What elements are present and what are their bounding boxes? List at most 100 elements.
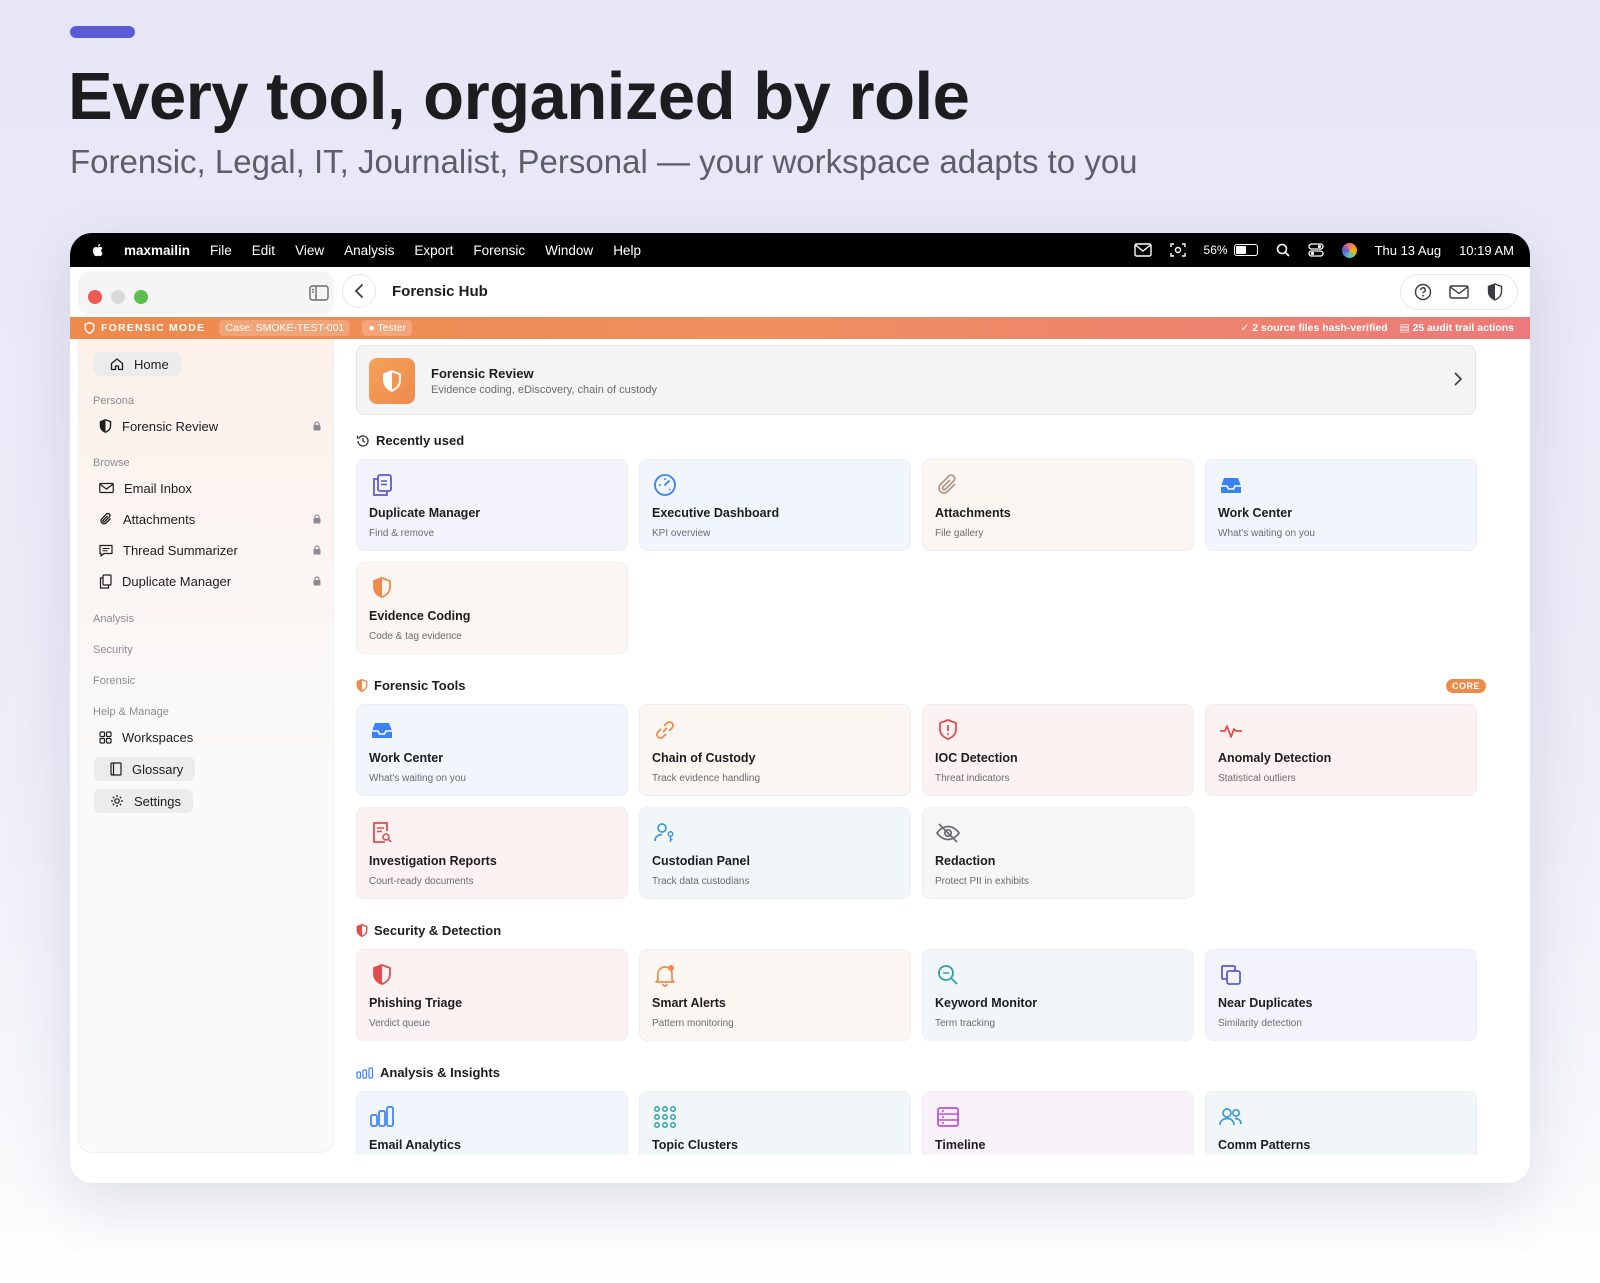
case-tag[interactable]: Case: SMOKE-TEST-001 (219, 320, 351, 336)
eye-off-icon (936, 823, 960, 843)
menu-file[interactable]: File (210, 243, 232, 258)
gear-icon (111, 795, 123, 807)
sidebar-item-workspaces[interactable]: Workspaces (99, 726, 321, 748)
menu-export[interactable]: Export (414, 243, 453, 258)
forensic-mode-label: FORENSIC MODE (101, 322, 206, 334)
back-button[interactable] (342, 274, 376, 308)
help-button[interactable] (1407, 276, 1439, 308)
siri-icon[interactable] (1341, 242, 1357, 258)
menu-window[interactable]: Window (545, 243, 593, 258)
audit-trail-label: 25 audit trail actions (1412, 322, 1514, 334)
documents-icon (373, 474, 392, 496)
battery-status[interactable]: 56% (1204, 243, 1258, 257)
card-subtitle: What's waiting on you (369, 773, 466, 784)
menu-view[interactable]: View (295, 243, 324, 258)
mail-status-icon[interactable] (1133, 243, 1152, 257)
sidebar-item-thread-summarizer[interactable]: Thread Summarizer (99, 539, 321, 561)
tool-card-executive-dashboard[interactable]: Executive Dashboard KPI overview (639, 459, 911, 551)
zoom-window-button[interactable] (134, 290, 148, 304)
tool-card-smart-alerts[interactable]: Smart Alerts Pattern monitoring (639, 949, 911, 1041)
sidebar-item-label: Workspaces (122, 729, 194, 745)
audit-trail-status[interactable]: ▤ 25 audit trail actions (1400, 322, 1514, 334)
tool-card-work-center-forensic[interactable]: Work Center What's waiting on you (356, 704, 628, 796)
card-title: Anomaly Detection (1218, 751, 1332, 765)
bar-chart-icon (356, 1066, 374, 1079)
tool-card-comm-patterns[interactable]: Comm Patterns (1205, 1091, 1477, 1155)
sidebar-section-forensic[interactable]: Forensic (93, 675, 135, 687)
tool-card-attachments[interactable]: Attachments File gallery (922, 459, 1194, 551)
headline: Every tool, organized by role (68, 59, 970, 134)
screen-capture-icon[interactable] (1169, 242, 1186, 258)
tool-card-custodian-panel[interactable]: Custodian Panel Track data custodians (639, 807, 911, 899)
battery-fill (1235, 246, 1246, 254)
shield-icon (99, 419, 112, 433)
tool-card-duplicate-manager[interactable]: Duplicate Manager Find & remove (356, 459, 628, 551)
tool-card-topic-clusters[interactable]: Topic Clusters (639, 1091, 911, 1155)
mail-button[interactable] (1443, 276, 1475, 308)
tool-card-evidence-coding[interactable]: Evidence Coding Code & tag evidence (356, 562, 628, 654)
verified-badge-icon: ✓ (1240, 322, 1253, 334)
sidebar-item-duplicate-manager[interactable]: Duplicate Manager (99, 570, 321, 592)
section-analysis-insights: Analysis & Insights (356, 1065, 500, 1080)
menu-analysis[interactable]: Analysis (344, 243, 394, 258)
card-title: Investigation Reports (369, 854, 497, 868)
sidebar-item-home[interactable]: Home (94, 352, 181, 376)
card-title: Comm Patterns (1218, 1138, 1311, 1152)
sidebar-section-analysis[interactable]: Analysis (93, 613, 134, 625)
hash-verified-label: 2 source files hash-verified (1252, 322, 1388, 334)
bar-chart-icon (370, 1106, 394, 1127)
tool-card-timeline[interactable]: Timeline (922, 1091, 1194, 1155)
card-subtitle: File gallery (935, 528, 984, 539)
section-recently-used: Recently used (356, 433, 464, 448)
forensic-shield-icon (84, 322, 95, 334)
card-title: Phishing Triage (369, 996, 463, 1010)
spotlight-search-icon[interactable] (1276, 243, 1290, 257)
tool-card-investigation-reports[interactable]: Investigation Reports Court-ready docume… (356, 807, 628, 899)
card-subtitle: Pattern monitoring (652, 1018, 734, 1029)
persona-card[interactable]: Forensic Review Evidence coding, eDiscov… (356, 345, 1476, 415)
shield-icon (356, 679, 368, 692)
section-title: Security & Detection (374, 923, 502, 938)
sidebar-item-label: Forensic Review (122, 418, 219, 434)
sidebar-item-attachments[interactable]: Attachments (99, 508, 321, 530)
card-subtitle: Track evidence handling (652, 773, 761, 784)
card-title: Keyword Monitor (935, 996, 1038, 1010)
tool-card-phishing-triage[interactable]: Phishing Triage Verdict queue (356, 949, 628, 1041)
menu-edit[interactable]: Edit (252, 243, 275, 258)
card-subtitle: Term tracking (935, 1018, 996, 1029)
control-center-icon[interactable] (1307, 243, 1324, 257)
sidebar-toggle-icon[interactable] (309, 285, 329, 301)
tool-card-email-analytics[interactable]: Email Analytics (356, 1091, 628, 1155)
tool-card-near-duplicates[interactable]: Near Duplicates Similarity detection (1205, 949, 1477, 1041)
tool-card-redaction[interactable]: Redaction Protect PII in exhibits (922, 807, 1194, 899)
security-button[interactable] (1479, 276, 1511, 308)
dot-grid-icon (653, 1105, 677, 1129)
sidebar-item-settings[interactable]: Settings (94, 789, 193, 813)
sidebar-section-security[interactable]: Security (93, 644, 133, 656)
sidebar-header (78, 271, 334, 315)
sidebar-item-glossary[interactable]: Glossary (94, 757, 196, 781)
menu-app-name[interactable]: maxmailin (124, 243, 190, 258)
lock-icon (313, 574, 321, 589)
user-tag[interactable]: ● Tester (362, 320, 412, 336)
sidebar-item-email-inbox[interactable]: Email Inbox (99, 477, 321, 499)
history-icon (356, 434, 369, 447)
chevron-left-icon (354, 284, 363, 298)
card-title: Duplicate Manager (369, 506, 481, 520)
tool-card-ioc-detection[interactable]: IOC Detection Threat indicators (922, 704, 1194, 796)
menu-forensic[interactable]: Forensic (473, 243, 525, 258)
hash-verified-status[interactable]: ✓ 2 source files hash-verified (1241, 322, 1388, 334)
section-security-detection: Security & Detection (356, 923, 501, 938)
tool-card-anomaly-detection[interactable]: Anomaly Detection Statistical outliers (1205, 704, 1477, 796)
apple-icon[interactable] (90, 242, 106, 258)
sidebar-item-forensic-review[interactable]: Forensic Review (99, 415, 321, 437)
window-title: Forensic Hub (392, 283, 488, 300)
card-subtitle: Threat indicators (935, 773, 1010, 784)
tool-card-chain-of-custody[interactable]: Chain of Custody Track evidence handling (639, 704, 911, 796)
tool-card-keyword-monitor[interactable]: Keyword Monitor Term tracking (922, 949, 1194, 1041)
minimize-window-button[interactable] (111, 290, 125, 304)
paperclip-icon (938, 474, 956, 494)
close-window-button[interactable] (88, 290, 102, 304)
menu-help[interactable]: Help (613, 243, 641, 258)
tool-card-work-center[interactable]: Work Center What's waiting on you (1205, 459, 1477, 551)
